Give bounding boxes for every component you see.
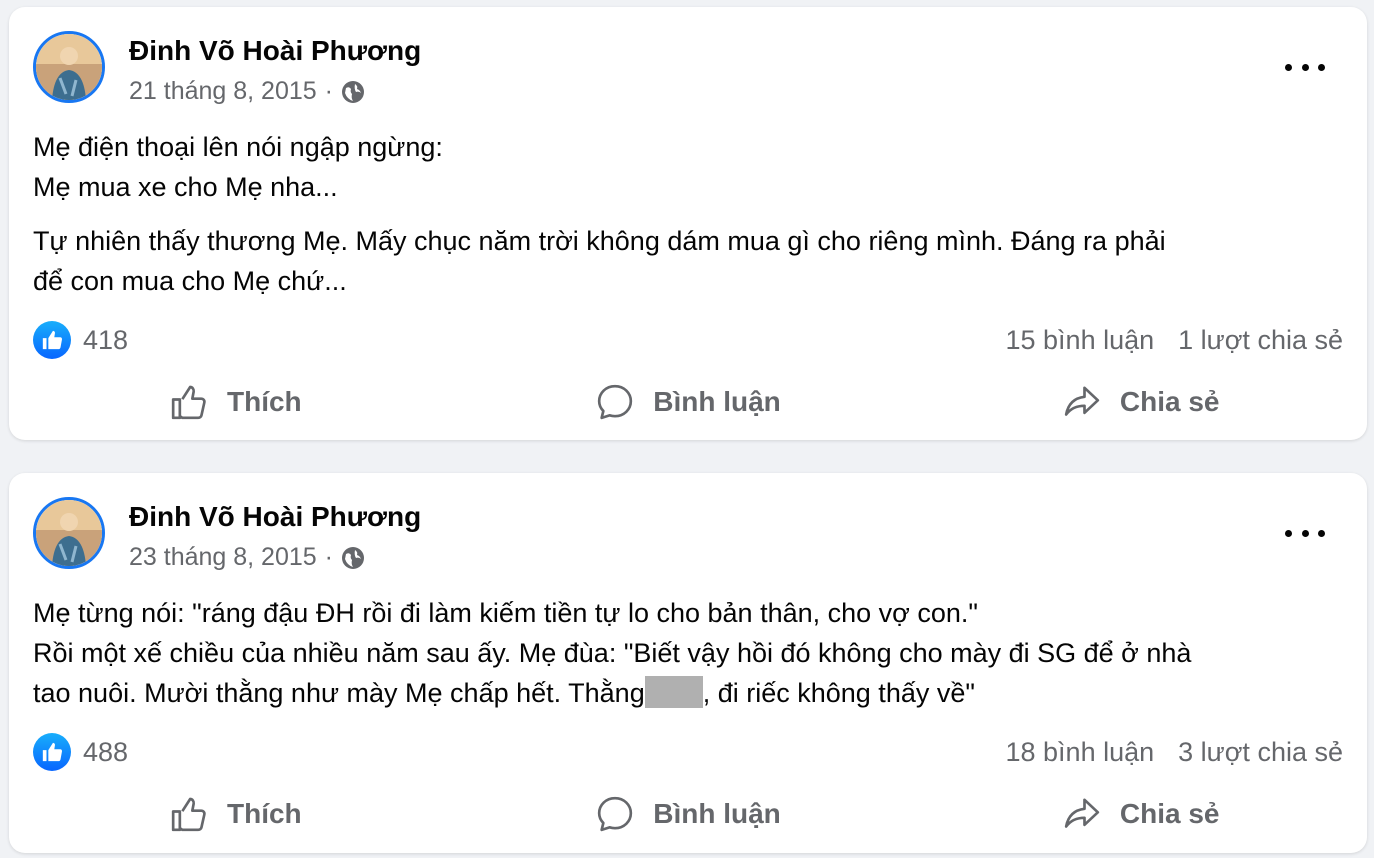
content-text: , đi riếc không thấy về" — [702, 678, 975, 708]
thumbs-up-icon — [171, 797, 206, 832]
post-stats: 488 18 bình luận 3 lượt chia sẻ — [33, 732, 1343, 772]
reactions-summary[interactable]: 418 — [33, 321, 128, 359]
share-label: Chia sẻ — [1119, 798, 1220, 829]
share-label: Chia sẻ — [1119, 386, 1220, 417]
share-icon — [1064, 386, 1100, 416]
share-count[interactable]: 3 lượt chia sẻ — [1178, 737, 1343, 768]
content-line: Mẹ từng nói: "ráng đậu ĐH rồi đi làm kiế… — [33, 598, 978, 628]
post-content: Mẹ từng nói: "ráng đậu ĐH rồi đi làm kiế… — [33, 593, 1327, 713]
author-name[interactable]: Đinh Võ Hoài Phương — [129, 501, 421, 533]
post-stats: 418 15 bình luận 1 lượt chia sẻ — [33, 320, 1343, 360]
content-text: tao nuôi. Mười thằng như mày Mẹ chấp hết… — [33, 678, 645, 708]
comment-label: Bình luận — [653, 386, 781, 417]
dot-icon — [1318, 529, 1325, 537]
comment-button[interactable]: Bình luận — [462, 784, 915, 844]
post-date[interactable]: 21 tháng 8, 2015 — [129, 77, 317, 106]
comment-count[interactable]: 15 bình luận — [1006, 325, 1155, 356]
separator: · — [324, 77, 333, 105]
comment-label: Bình luận — [653, 798, 781, 829]
content-line: Rồi một xế chiều của nhiều năm sau ấy. M… — [33, 638, 1192, 668]
post-card: Đinh Võ Hoài Phương 23 tháng 8, 2015 · M… — [9, 473, 1367, 853]
author-name[interactable]: Đinh Võ Hoài Phương — [129, 35, 421, 67]
more-options-button[interactable] — [1285, 55, 1325, 79]
dot-icon — [1301, 529, 1309, 537]
like-button[interactable]: Thích — [9, 784, 462, 844]
avatar[interactable] — [33, 497, 105, 569]
content-line: tao nuôi. Mười thằng như mày Mẹ chấp hết… — [33, 673, 1327, 713]
post-meta: 23 tháng 8, 2015 · — [129, 543, 365, 572]
action-bar: Thích Bình luận Chia sẻ — [9, 372, 1367, 432]
post-content: Mẹ điện thoại lên nói ngập ngừng: Mẹ mua… — [33, 127, 1327, 301]
like-button[interactable]: Thích — [9, 372, 462, 432]
share-button[interactable]: Chia sẻ — [914, 372, 1367, 432]
separator: · — [324, 543, 333, 571]
globe-icon — [341, 546, 365, 570]
share-count[interactable]: 1 lượt chia sẻ — [1178, 325, 1343, 356]
redacted-name — [644, 676, 703, 708]
content-line: Tự nhiên thấy thương Mẹ. Mấy chục năm tr… — [33, 226, 1166, 256]
dot-icon — [1285, 63, 1292, 71]
like-reaction-icon — [33, 321, 71, 359]
dot-icon — [1285, 529, 1292, 537]
like-label: Thích — [227, 386, 302, 417]
action-bar: Thích Bình luận Chia sẻ — [9, 784, 1367, 844]
share-button[interactable]: Chia sẻ — [914, 784, 1367, 844]
dot-icon — [1318, 63, 1325, 71]
post-meta: 21 tháng 8, 2015 · — [129, 77, 365, 106]
comment-button[interactable]: Bình luận — [462, 372, 915, 432]
comment-icon — [598, 796, 633, 832]
post-card: Đinh Võ Hoài Phương 21 tháng 8, 2015 · M… — [9, 7, 1367, 440]
avatar[interactable] — [33, 31, 105, 103]
comment-icon — [598, 384, 633, 420]
dot-icon — [1301, 63, 1309, 71]
content-line: Mẹ mua xe cho Mẹ nha... — [33, 172, 338, 202]
content-line: Mẹ điện thoại lên nói ngập ngừng: — [33, 132, 443, 162]
content-line: để con mua cho Mẹ chứ... — [33, 266, 347, 296]
reaction-count: 418 — [83, 324, 129, 355]
share-icon — [1064, 798, 1100, 828]
post-date[interactable]: 23 tháng 8, 2015 — [129, 543, 317, 572]
reaction-count: 488 — [83, 736, 129, 767]
thumbs-up-icon — [171, 385, 206, 420]
globe-icon — [341, 80, 365, 104]
more-options-button[interactable] — [1285, 521, 1325, 545]
reactions-summary[interactable]: 488 — [33, 733, 128, 771]
comment-count[interactable]: 18 bình luận — [1006, 737, 1155, 768]
like-reaction-icon — [33, 733, 71, 771]
like-label: Thích — [227, 798, 302, 829]
